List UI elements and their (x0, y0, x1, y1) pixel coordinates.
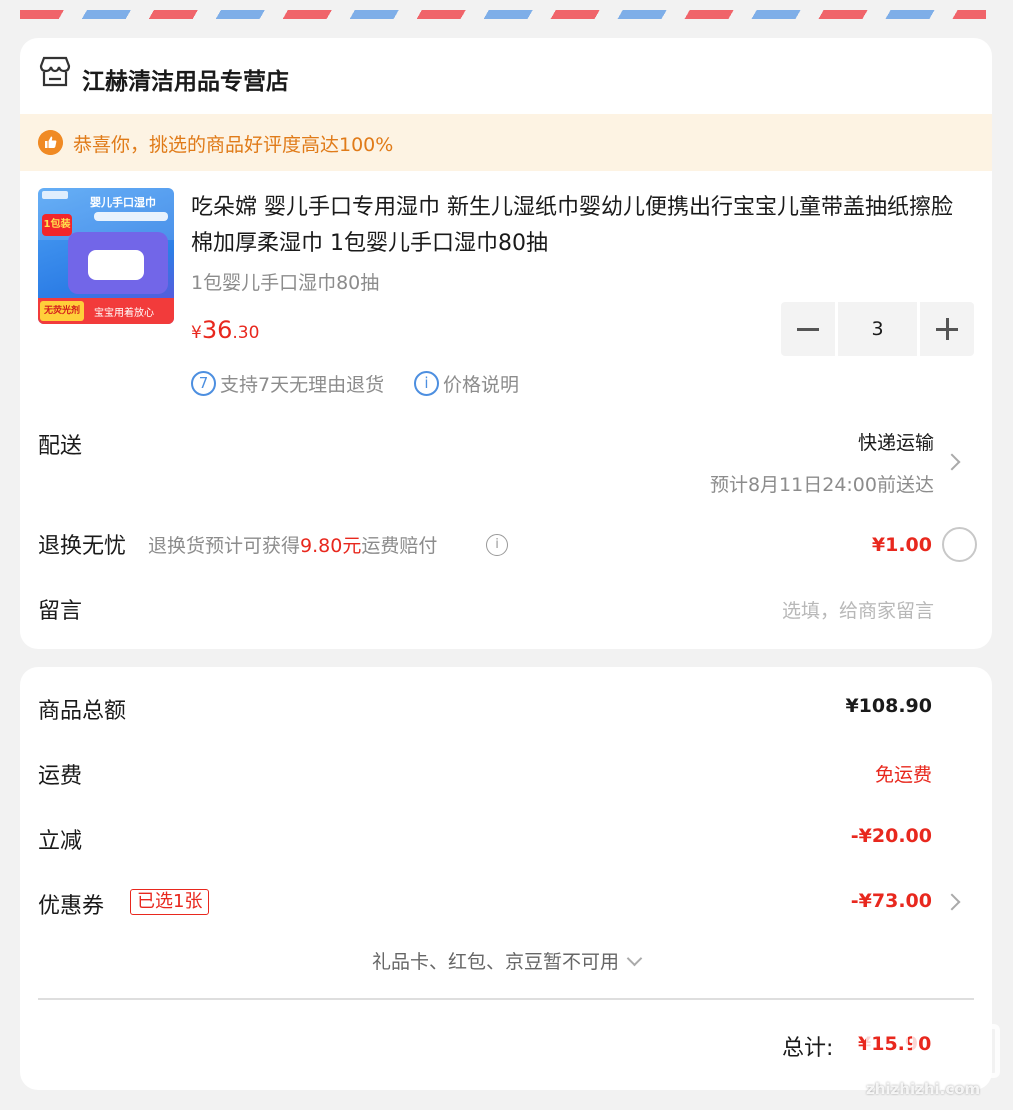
shop-header[interactable]: 江赫清洁用品专营店 (20, 38, 992, 114)
price-info-label: 价格说明 (443, 373, 520, 396)
thumb-badge: 1包装 (42, 214, 72, 236)
return-info-icon[interactable]: i (486, 534, 508, 556)
price-integer: 36 (201, 316, 233, 344)
quantity-stepper: 3 (781, 302, 974, 356)
price-summary-card: 商品总额 ¥108.90 运费 免运费 立减 -¥20.00 优惠券 已选1张 … (20, 667, 992, 1090)
watermark-url: zhizhizhi.com (866, 1080, 981, 1098)
thumb-strip-right: 宝宝用着放心 (94, 308, 154, 319)
shipping-value: 免运费 (874, 764, 932, 786)
memo-label: 留言 (38, 599, 83, 624)
coupon-value[interactable]: -¥73.00 (851, 890, 932, 912)
giftcard-text: 礼品卡、红包、京豆暂不可用 (371, 951, 619, 973)
decrease-quantity-button[interactable] (781, 302, 835, 356)
thumb-title: 婴儿手口湿巾 (90, 196, 156, 209)
notice-text: 恭喜你，挑选的商品好评度高达100% (73, 134, 394, 156)
return-insurance-desc: 退换货预计可获得9.80元运费赔付 (148, 531, 437, 558)
rating-notice: 恭喜你，挑选的商品好评度高达100% (20, 114, 992, 171)
order-card: 江赫清洁用品专营店 恭喜你，挑选的商品好评度高达100% 婴儿手口湿巾 1包装 … (20, 38, 992, 649)
giftcard-toggle[interactable]: 礼品卡、红包、京豆暂不可用 (20, 947, 992, 974)
thumb-pack-lid (88, 250, 144, 280)
product-spec[interactable]: 1包婴儿手口湿巾80抽 (191, 268, 379, 295)
return-desc-amount: 9.80元 (300, 535, 362, 557)
thumb-brand-logo (42, 191, 68, 199)
return-desc-prefix: 退换货预计可获得 (148, 535, 301, 557)
store-icon (39, 56, 71, 87)
delivery-chevron-right-icon[interactable] (943, 453, 961, 471)
coupon-chevron-right-icon[interactable] (943, 893, 961, 911)
quantity-input[interactable]: 3 (838, 302, 917, 356)
airmail-border (20, 10, 986, 19)
memo-input[interactable]: 选填，给商家留言 (782, 596, 934, 623)
product-title[interactable]: 吃朵嫦 婴儿手口专用湿巾 新生儿湿纸巾婴幼儿便携出行宝宝儿童带盖抽纸擦脸棉加厚柔… (191, 190, 973, 262)
shipping-label: 运费 (38, 764, 83, 789)
return-policy-link[interactable]: 7 支持7天无理由退货 (191, 370, 384, 396)
delivery-method[interactable]: 快递运输 (858, 428, 934, 455)
watermark-glyph-icon (958, 1024, 1000, 1078)
return-insurance-price: ¥1.00 (871, 534, 932, 556)
return-insurance-label: 退换无忧 (38, 534, 127, 559)
thumb-strip-left: 无荧光剂 (40, 301, 84, 321)
price-info-link[interactable]: i 价格说明 (414, 370, 519, 396)
product-thumbnail[interactable]: 婴儿手口湿巾 1包装 无荧光剂 宝宝用着放心 (38, 188, 174, 324)
site-watermark: zhizhizhi.com (866, 1024, 1006, 1104)
discount-label: 立减 (38, 829, 83, 854)
summary-divider (38, 998, 974, 1000)
info-icon: i (414, 370, 439, 396)
watermark-glyph-icon (912, 1024, 954, 1078)
price-currency: ¥ (191, 323, 202, 343)
product-price: ¥36.30 (191, 316, 259, 344)
total-label: 总计: (782, 1036, 834, 1061)
coupon-selected-badge[interactable]: 已选1张 (130, 889, 210, 915)
goods-total-label: 商品总额 (38, 699, 127, 724)
coupon-label: 优惠券 (38, 894, 105, 919)
chevron-down-icon (626, 950, 643, 967)
return-insurance-radio[interactable] (942, 527, 977, 562)
return-policy-label: 支持7天无理由退货 (220, 373, 385, 396)
delivery-eta[interactable]: 预计8月11日24:00前送达 (710, 470, 934, 497)
thumbs-up-icon (38, 130, 63, 155)
return-desc-suffix: 运费赔付 (361, 535, 438, 557)
price-decimal: .30 (232, 323, 260, 343)
seven-day-return-icon: 7 (191, 370, 216, 396)
thumb-subtitle-bar (94, 212, 168, 221)
watermark-glyph-icon (866, 1024, 908, 1078)
shop-name[interactable]: 江赫清洁用品专营店 (82, 62, 289, 96)
delivery-label: 配送 (38, 434, 83, 459)
increase-quantity-button[interactable] (920, 302, 974, 356)
discount-value: -¥20.00 (850, 825, 932, 847)
goods-total-value: ¥108.90 (845, 695, 932, 717)
